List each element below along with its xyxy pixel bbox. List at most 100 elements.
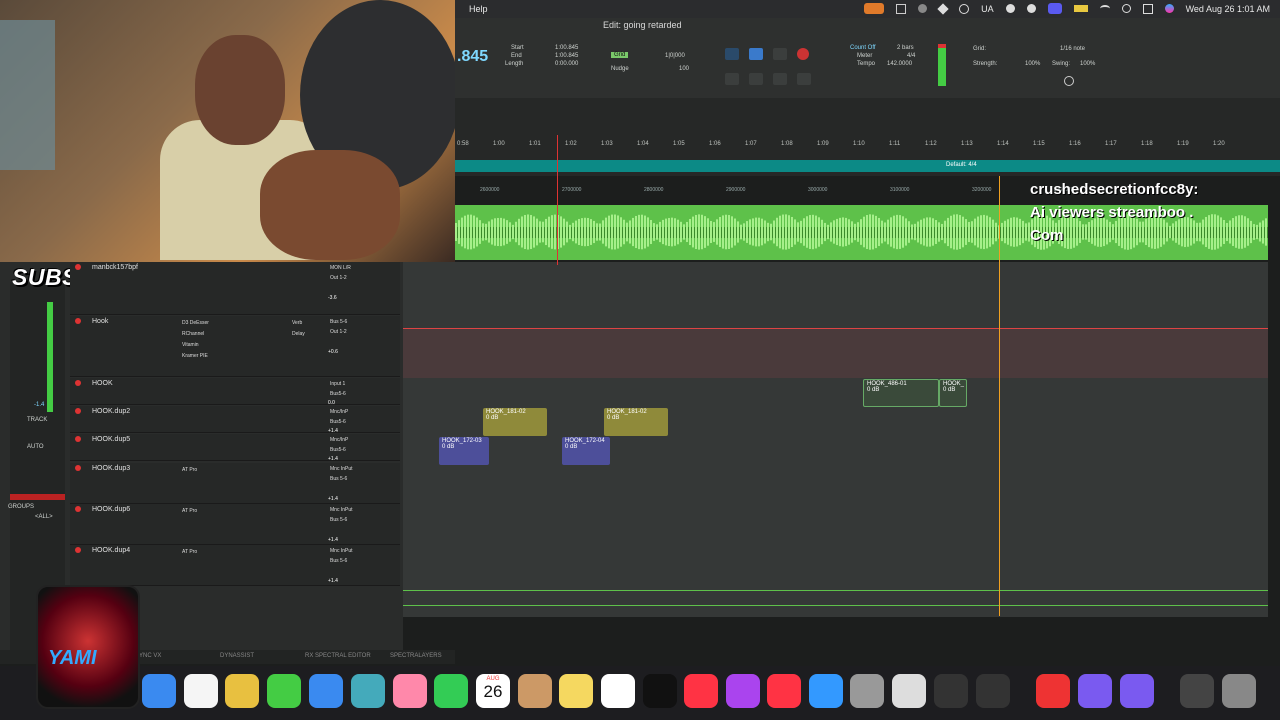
messages-icon[interactable]	[267, 674, 301, 708]
audio-clip[interactable]: HOOK_181-02 0 dB	[604, 408, 668, 436]
diamond-icon[interactable]	[937, 2, 949, 15]
audio-file-icon[interactable]	[1180, 674, 1214, 708]
contacts-icon[interactable]	[518, 674, 552, 708]
volume-value[interactable]: +1.4	[328, 496, 338, 502]
plugin-tab[interactable]: SPECTRALAYERS	[390, 653, 442, 659]
control-center-icon[interactable]	[1142, 3, 1153, 14]
track-strip[interactable]: HOOK.dup3 AT Pro Mnc InPut Bus 5-6 +1.4	[70, 463, 400, 504]
output-selector[interactable]: Out 1-2	[330, 329, 347, 335]
record-enable-icon[interactable]	[75, 318, 81, 324]
output-selector[interactable]: Bus 5-6	[330, 517, 347, 523]
insert-slot[interactable]: Vitamin	[182, 342, 199, 348]
battery-icon[interactable]	[1073, 5, 1088, 12]
length-value[interactable]: 0:00.000	[555, 61, 578, 67]
track-strip[interactable]: HOOK.dup4 AT Pro Mnc InPut Bus 5-6 +1.4	[70, 545, 400, 586]
volume-value[interactable]: +1.4	[328, 456, 338, 462]
stop-icon[interactable]	[749, 48, 763, 60]
input-selector[interactable]: Mnc InPut	[330, 466, 353, 472]
insert-slot[interactable]: AT Pro	[182, 549, 197, 555]
rewind-icon[interactable]	[749, 73, 763, 85]
maps-icon[interactable]	[351, 674, 385, 708]
record-strip[interactable]	[10, 494, 65, 500]
grid-icon[interactable]	[896, 3, 907, 14]
insert-slot[interactable]: AT Pro	[182, 508, 197, 514]
input-selector[interactable]: Input 1	[330, 381, 345, 387]
meter-ruler[interactable]: Default: 4/4	[455, 160, 1280, 172]
track-strip[interactable]: HOOK.dup2 Mnc/InP Bus5-6 +1.4	[70, 406, 400, 434]
siri-icon[interactable]	[1164, 4, 1174, 13]
meter-value[interactable]: 4/4	[907, 53, 915, 59]
timer-icon[interactable]	[959, 3, 970, 14]
apple-tv-icon[interactable]	[643, 674, 677, 708]
strength-value[interactable]: 100%	[1025, 61, 1040, 67]
edit-window[interactable]	[403, 262, 1268, 617]
input-selector[interactable]: MON L/R	[330, 265, 351, 271]
tempo-value[interactable]: 142.0000	[887, 61, 912, 67]
volume-value[interactable]: +1.4	[328, 578, 338, 584]
user-icon[interactable]	[1005, 4, 1015, 13]
loop-icon[interactable]	[725, 48, 739, 60]
input-selector[interactable]: Mnc/InP	[330, 437, 348, 443]
record-enable-icon[interactable]	[75, 506, 81, 512]
output-selector[interactable]: Bus5-6	[330, 391, 346, 397]
track-name[interactable]: Hook	[92, 318, 108, 325]
grid-note-value[interactable]: 1/16 note	[1060, 46, 1085, 52]
groups-all[interactable]: <ALL>	[35, 514, 53, 520]
pro-tools-alt-icon[interactable]	[1120, 674, 1154, 708]
output-selector[interactable]: Bus5-6	[330, 447, 346, 453]
record-icon[interactable]	[797, 48, 809, 60]
track-strip[interactable]: HOOK Input 1 Bus5-6 0.0	[70, 378, 400, 406]
calendar-icon[interactable]: AUG 26	[476, 674, 510, 708]
volume-value[interactable]: +1.4	[328, 537, 338, 543]
menubar-clock[interactable]: Wed Aug 26 1:01 AM	[1186, 4, 1270, 14]
insert-slot[interactable]: RChannel	[182, 331, 204, 337]
grid-mode-button[interactable]: Grid	[611, 52, 629, 58]
go-to-end-icon[interactable]	[797, 73, 811, 85]
audio-clip[interactable]: HOOK_172-04 0 dB	[562, 437, 610, 465]
edit-cursor[interactable]	[999, 176, 1000, 616]
finder-icon[interactable]	[142, 674, 176, 708]
play-icon[interactable]	[1026, 4, 1036, 13]
output-selector[interactable]: Bus 5-6	[330, 558, 347, 564]
send-slot[interactable]: Delay	[292, 331, 305, 337]
insert-slot[interactable]: Kramer PIE	[182, 353, 208, 359]
volume-value[interactable]: +0.6	[328, 349, 338, 355]
creative-cloud-icon[interactable]	[1036, 674, 1070, 708]
system-settings-icon[interactable]	[850, 674, 884, 708]
record-enable-icon[interactable]	[75, 264, 81, 270]
record-enable-icon[interactable]	[75, 465, 81, 471]
track-name[interactable]: HOOK.dup6	[92, 506, 130, 513]
reminders-icon[interactable]	[184, 674, 218, 708]
record-enable-icon[interactable]	[75, 380, 81, 386]
audio-app-icon[interactable]	[934, 674, 968, 708]
track-strip[interactable]: HOOK.dup6 AT Pro Mnc InPut Bus 5-6 +1.4	[70, 504, 400, 545]
fast-forward-icon[interactable]	[773, 73, 787, 85]
audio-clip[interactable]: HOOK_181-02 0 dB	[483, 408, 547, 436]
audio-clip[interactable]: HOOK_486-01 0 dB	[863, 379, 939, 407]
plugin-tab[interactable]: RX SPECTRAL EDITOR	[305, 653, 371, 659]
freeform-icon[interactable]	[601, 674, 635, 708]
news-icon[interactable]	[767, 674, 801, 708]
track-strip[interactable]: Hook D3 DeEsser RChannel Vitamin Kramer PIE V…	[70, 316, 400, 377]
loop-playback-icon[interactable]	[773, 48, 787, 60]
grid-value[interactable]: 1|0|000	[665, 53, 685, 59]
record-enable-icon[interactable]	[75, 408, 81, 414]
record-enable-icon[interactable]	[75, 436, 81, 442]
timecode-ruler[interactable]: 0:58 1:00 1:01 1:02 1:03 1:04 1:05 1:06 1:07 1:08…	[455, 138, 1280, 150]
search-icon[interactable]	[1121, 4, 1131, 13]
bars-value[interactable]: 2 bars	[897, 45, 914, 51]
playhead[interactable]	[557, 135, 558, 265]
swing-value[interactable]: 100%	[1080, 61, 1095, 67]
audio-clip[interactable]: HOOK_ 0 dB	[939, 379, 967, 407]
chrome-icon[interactable]	[225, 674, 259, 708]
facetime-icon[interactable]	[434, 674, 468, 708]
track-name[interactable]: HOOK.dup3	[92, 465, 130, 472]
record-enable-icon[interactable]	[75, 547, 81, 553]
mail-icon[interactable]	[309, 674, 343, 708]
track-strip[interactable]: manbck157bpf MON L/R Out 1-2 -3.6	[70, 262, 400, 315]
input-selector[interactable]: Mnc InPut	[330, 507, 353, 513]
send-slot[interactable]: Verb	[292, 320, 302, 326]
plugin-tab[interactable]: DYNASSIST	[220, 653, 254, 659]
nudge-value[interactable]: 100	[679, 66, 689, 72]
end-value[interactable]: 1:00.845	[555, 53, 578, 59]
